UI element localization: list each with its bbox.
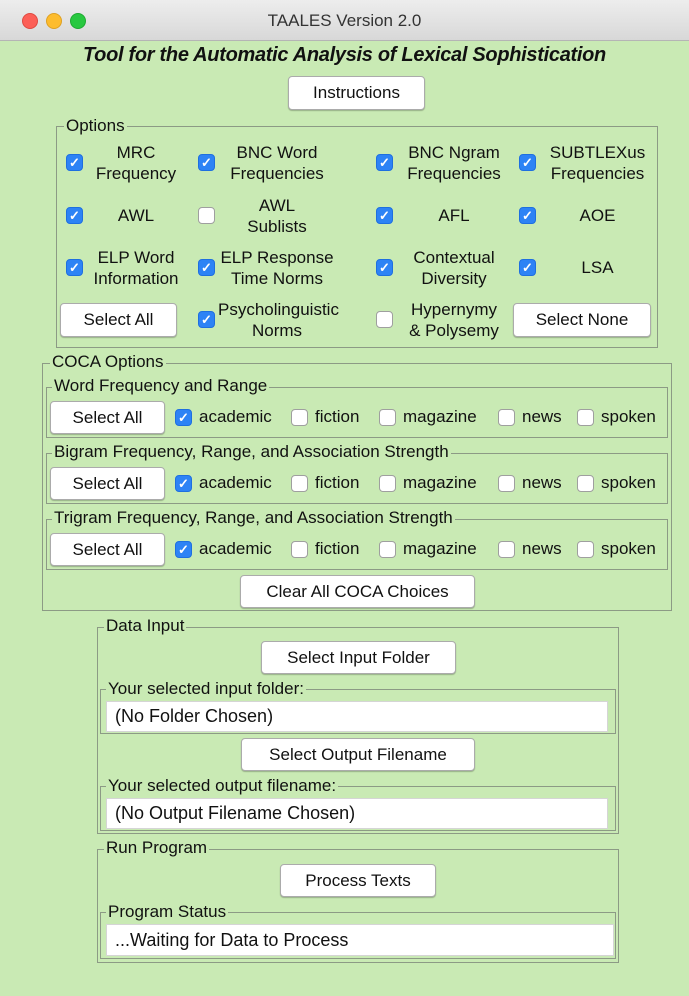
option-label: AFL (438, 206, 470, 225)
coca-news-checkbox[interactable] (498, 409, 515, 426)
coca-select-all-button[interactable]: Select All (50, 467, 165, 500)
window-title: TAALES Version 2.0 (267, 11, 422, 30)
option-checkbox[interactable]: ✓ (376, 154, 393, 171)
option-checkbox[interactable]: ✓ (198, 154, 215, 171)
coca-news-checkbox[interactable] (498, 541, 515, 558)
option-label: Hypernymy (411, 300, 497, 319)
program-status-legend: Program Status (106, 902, 229, 922)
coca-group-legend: Bigram Frequency, Range, and Association… (52, 442, 451, 462)
option-label: BNC Word (236, 143, 318, 162)
program-status-field: ...Waiting for Data to Process (106, 924, 614, 956)
option-checkbox[interactable]: ✓ (519, 154, 536, 171)
coca-fiction-checkbox[interactable] (291, 409, 308, 426)
coca-spoken-label: spoken (601, 407, 656, 426)
output-filename-field: (No Output Filename Chosen) (106, 798, 608, 829)
option-label-line2: Norms (251, 321, 303, 340)
option-label: LSA (581, 258, 614, 277)
option-label-line2: & Polysemy (409, 321, 499, 340)
coca-academic-label: academic (199, 473, 272, 492)
coca-select-all-button[interactable]: Select All (50, 533, 165, 566)
coca-group-legend: Word Frequency and Range (52, 376, 270, 396)
coca-academic-label: academic (199, 539, 272, 558)
input-folder-field: (No Folder Chosen) (106, 701, 608, 732)
data-input-legend: Data Input (104, 616, 187, 636)
option-label: MRC (116, 143, 156, 162)
coca-group-legend: Trigram Frequency, Range, and Associatio… (52, 508, 455, 528)
output-filename-legend: Your selected output filename: (106, 776, 339, 796)
coca-fiction-label: fiction (315, 473, 360, 492)
coca-news-label: news (522, 539, 562, 558)
instructions-button[interactable]: Instructions (288, 76, 425, 110)
option-label-line2: Sublists (247, 217, 307, 236)
options-select-all-button[interactable]: Select All (60, 303, 177, 337)
coca-news-checkbox[interactable] (498, 475, 515, 492)
option-label-line2: Information (93, 269, 179, 288)
process-texts-button[interactable]: Process Texts (280, 864, 436, 897)
options-select-none-button[interactable]: Select None (513, 303, 651, 337)
option-checkbox[interactable] (198, 207, 215, 224)
coca-magazine-label: magazine (403, 407, 477, 426)
option-checkbox[interactable]: ✓ (66, 259, 83, 276)
coca-fiction-label: fiction (315, 407, 360, 426)
option-label: Psycholinguistic (218, 300, 339, 319)
option-checkbox[interactable]: ✓ (198, 259, 215, 276)
select-output-filename-button[interactable]: Select Output Filename (241, 738, 475, 771)
coca-spoken-checkbox[interactable] (577, 475, 594, 492)
option-label: SUBTLEXus (549, 143, 646, 162)
option-label-line2: Frequencies (407, 164, 501, 183)
coca-spoken-checkbox[interactable] (577, 541, 594, 558)
option-label-line2: Diversity (421, 269, 487, 288)
coca-magazine-checkbox[interactable] (379, 475, 396, 492)
coca-academic-label: academic (199, 407, 272, 426)
option-checkbox[interactable]: ✓ (376, 259, 393, 276)
option-checkbox[interactable]: ✓ (376, 207, 393, 224)
option-checkbox[interactable]: ✓ (519, 259, 536, 276)
clear-coca-button[interactable]: Clear All COCA Choices (240, 575, 475, 608)
input-folder-legend: Your selected input folder: (106, 679, 306, 699)
coca-academic-checkbox[interactable]: ✓ (175, 475, 192, 492)
app-title: Tool for the Automatic Analysis of Lexic… (83, 44, 606, 66)
option-label: BNC Ngram (408, 143, 500, 162)
title-bar: TAALES Version 2.0 (0, 0, 689, 41)
option-checkbox[interactable]: ✓ (66, 207, 83, 224)
option-label-line2: Time Norms (231, 269, 323, 288)
select-input-folder-button[interactable]: Select Input Folder (261, 641, 456, 674)
option-label-line2: Frequency (95, 164, 177, 183)
coca-spoken-label: spoken (601, 539, 656, 558)
coca-spoken-label: spoken (601, 473, 656, 492)
option-label: ELP Response (220, 248, 334, 267)
coca-news-label: news (522, 473, 562, 492)
option-checkbox[interactable]: ✓ (66, 154, 83, 171)
option-label: ELP Word (97, 248, 175, 267)
option-label: AWL (117, 206, 155, 225)
option-checkbox[interactable] (376, 311, 393, 328)
option-label-line2: Frequencies (230, 164, 324, 183)
coca-academic-checkbox[interactable]: ✓ (175, 541, 192, 558)
app-window: TAALES Version 2.0 Tool for the Automati… (0, 0, 689, 996)
coca-spoken-checkbox[interactable] (577, 409, 594, 426)
option-label: Contextual (413, 248, 495, 267)
coca-news-label: news (522, 407, 562, 426)
coca-magazine-label: magazine (403, 473, 477, 492)
coca-fiction-checkbox[interactable] (291, 541, 308, 558)
coca-select-all-button[interactable]: Select All (50, 401, 165, 434)
coca-magazine-checkbox[interactable] (379, 409, 396, 426)
coca-fiction-checkbox[interactable] (291, 475, 308, 492)
coca-legend: COCA Options (50, 352, 166, 372)
option-label: AOE (579, 206, 616, 225)
coca-academic-checkbox[interactable]: ✓ (175, 409, 192, 426)
option-label: AWL (258, 196, 296, 215)
run-program-legend: Run Program (104, 838, 210, 858)
option-checkbox[interactable]: ✓ (519, 207, 536, 224)
option-checkbox[interactable]: ✓ (198, 311, 215, 328)
option-label-line2: Frequencies (550, 164, 645, 183)
options-legend: Options (64, 116, 127, 136)
coca-fiction-label: fiction (315, 539, 360, 558)
coca-magazine-label: magazine (403, 539, 477, 558)
coca-magazine-checkbox[interactable] (379, 541, 396, 558)
